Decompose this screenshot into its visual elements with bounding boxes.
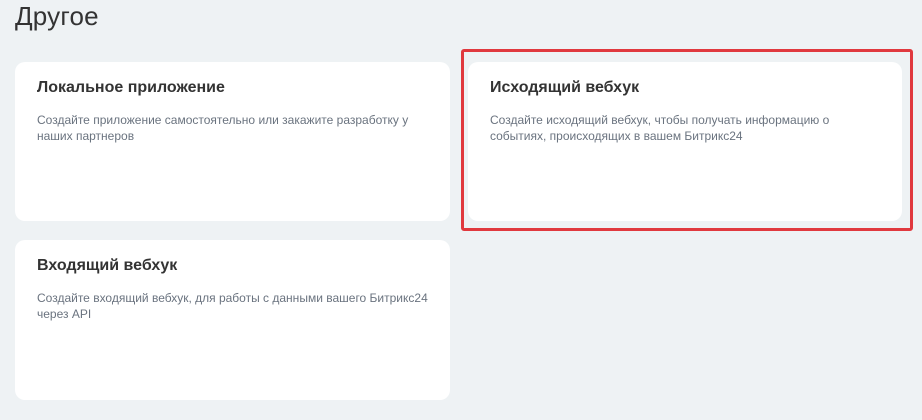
card-title: Локальное приложение xyxy=(37,79,225,96)
card-title: Входящий вебхук xyxy=(37,257,178,274)
incoming-webhook-card[interactable]: Входящий вебхук Создайте входящий вебхук… xyxy=(15,240,450,400)
page-title: Другое xyxy=(15,1,99,31)
local-app-card[interactable]: Локальное приложение Создайте приложение… xyxy=(15,62,450,221)
card-description: Создайте исходящий вебхук, чтобы получат… xyxy=(490,113,830,143)
card-title: Исходящий вебхук xyxy=(490,79,640,96)
card-description: Создайте приложение самостоятельно или з… xyxy=(37,113,409,143)
card-description: Создайте входящий вебхук, для работы с д… xyxy=(37,291,428,321)
outgoing-webhook-card[interactable]: Исходящий вебхук Создайте исходящий вебх… xyxy=(468,62,902,221)
